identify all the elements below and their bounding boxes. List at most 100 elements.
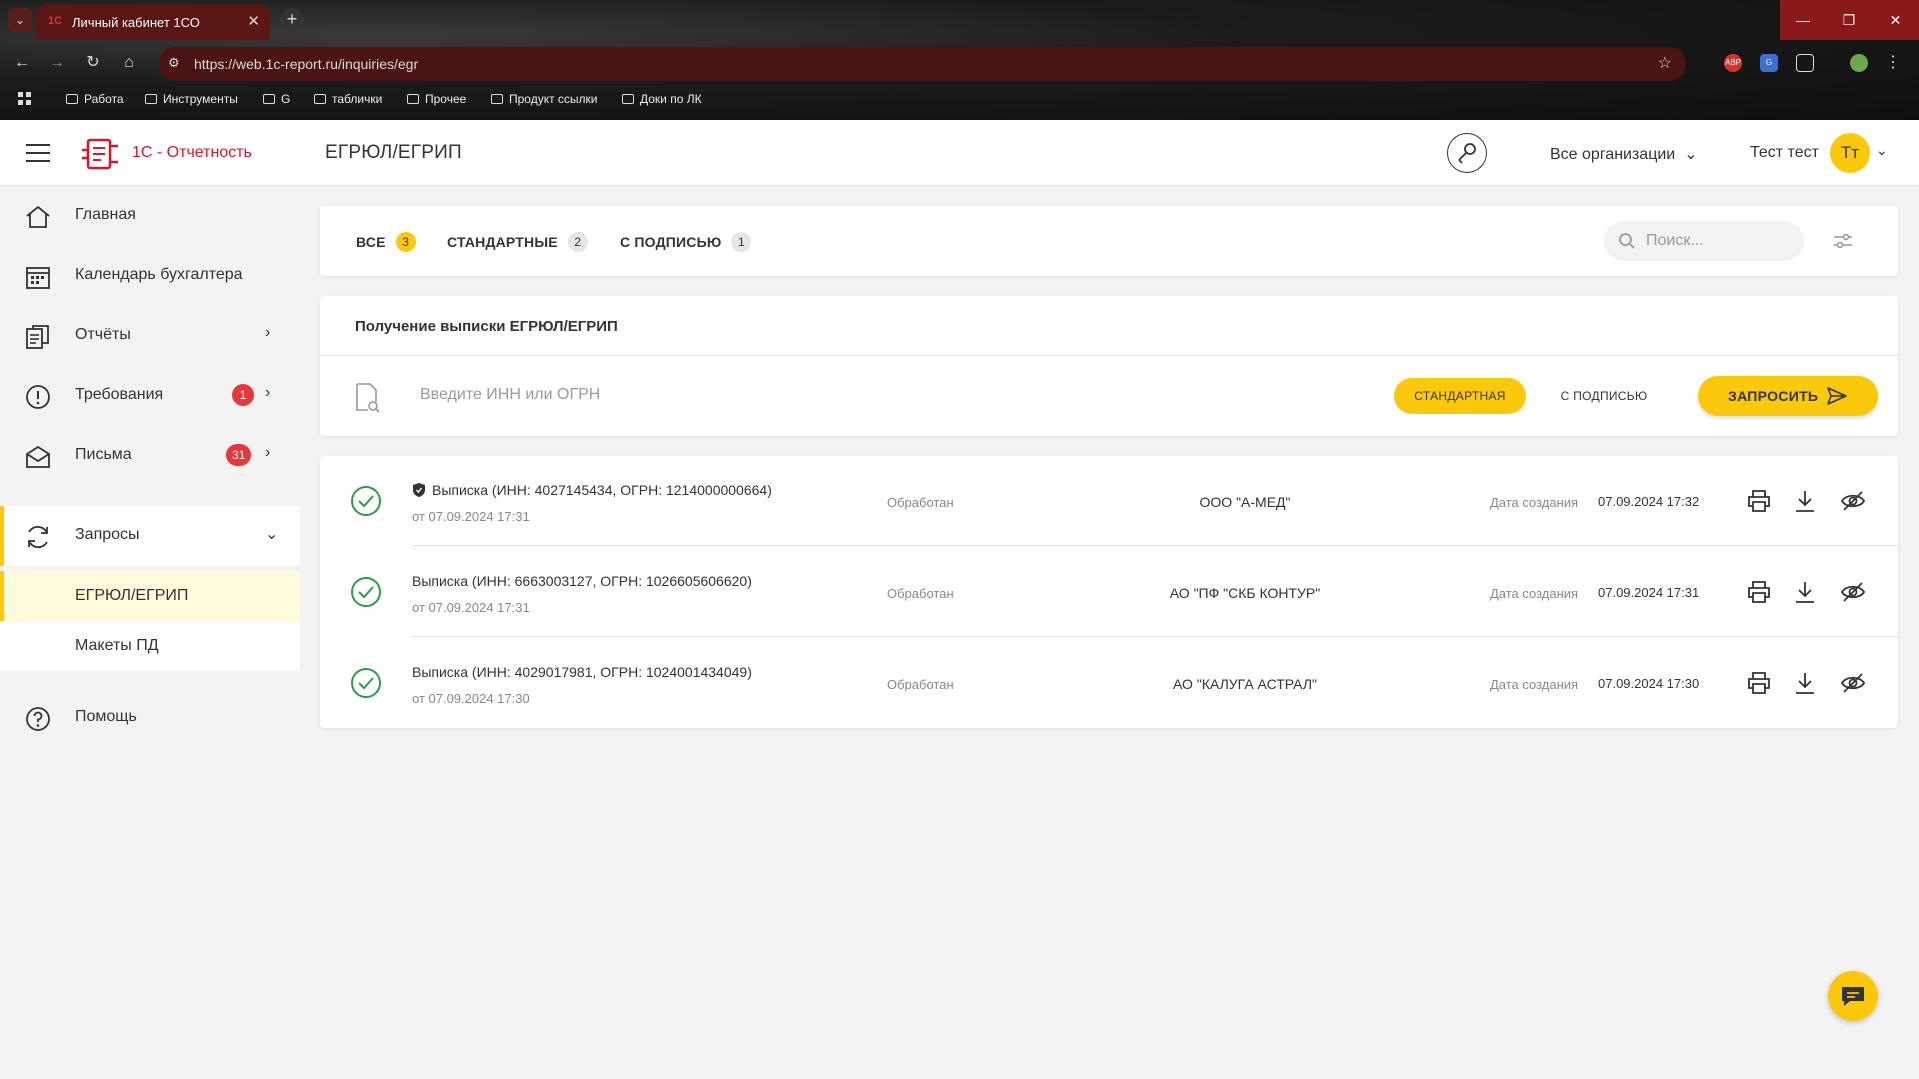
sidebar-item-requirements[interactable]: Требования 1 ›: [0, 366, 300, 426]
inn-ogrn-input[interactable]: Введите ИНН или ОГРН: [420, 386, 600, 404]
reload-icon[interactable]: ↻: [80, 50, 106, 76]
folder-icon: [145, 94, 157, 104]
created-value: 07.09.2024 17:31: [1598, 585, 1700, 600]
window-close-button[interactable]: ✕: [1872, 0, 1919, 40]
sidebar-subitem-layouts[interactable]: Макеты ПД: [0, 621, 300, 671]
type-standard-toggle[interactable]: СТАНДАРТНАЯ: [1394, 378, 1526, 414]
folder-icon: [622, 94, 634, 104]
home-nav-icon[interactable]: ⌂: [116, 50, 142, 76]
tab-all[interactable]: ВСЕ 3: [356, 232, 416, 252]
item-status: Обработан: [887, 586, 954, 601]
print-icon[interactable]: [1746, 579, 1772, 605]
request-card: Получение выписки ЕГРЮЛ/ЕГРИП Введите ИН…: [320, 296, 1898, 436]
sidebar-item-label: Помощь: [75, 708, 137, 725]
sidebar-item-label: Главная: [75, 206, 136, 223]
minimize-button[interactable]: —: [1780, 0, 1826, 40]
sidebar-item-label: Требования: [75, 386, 164, 403]
list-item[interactable]: Выписка (ИНН: 4027145434, ОГРН: 12140000…: [320, 456, 1898, 546]
list-item[interactable]: Выписка (ИНН: 4029017981, ОГРН: 10240014…: [320, 638, 1898, 728]
send-icon: [1827, 387, 1847, 405]
forward-icon[interactable]: →: [44, 50, 70, 76]
download-icon[interactable]: [1792, 670, 1818, 696]
tab-search-button[interactable]: ⌄: [8, 8, 32, 32]
key-button[interactable]: [1447, 133, 1487, 173]
filter-bar: ВСЕ 3 СТАНДАРТНЫЕ 2 С ПОДПИСЬЮ 1 Поиск..…: [320, 206, 1898, 276]
print-icon[interactable]: [1746, 488, 1772, 514]
tab-signed[interactable]: С ПОДПИСЬЮ 1: [620, 232, 752, 252]
url-text: https://web.1c-report.ru/inquiries/egr: [194, 56, 419, 72]
new-tab-button[interactable]: +: [280, 8, 304, 32]
download-icon[interactable]: [1792, 579, 1818, 605]
browser-menu-icon[interactable]: ⋮: [1884, 54, 1902, 72]
bookmark-star-icon[interactable]: ☆: [1658, 53, 1672, 73]
check-circle-icon: [351, 486, 381, 516]
user-name[interactable]: Тест тест: [1750, 144, 1819, 162]
bookmark-folder[interactable]: Работа: [66, 92, 124, 106]
folder-icon: [314, 94, 326, 104]
key-icon: [1458, 143, 1476, 164]
item-name: Выписка (ИНН: 4027145434, ОГРН: 12140000…: [412, 482, 772, 498]
chevron-right-icon: ›: [265, 384, 271, 401]
apps-icon[interactable]: [18, 92, 32, 106]
filter-settings-icon[interactable]: [1832, 230, 1854, 252]
list-item[interactable]: Выписка (ИНН: 6663003127, ОГРН: 10266056…: [320, 547, 1898, 637]
tab-label: СТАНДАРТНЫЕ: [447, 234, 558, 250]
search-icon: [1619, 233, 1635, 249]
bookmark-folder[interactable]: Прочее: [407, 92, 466, 106]
tab-title: Личный кабинет 1СО: [72, 15, 200, 30]
menu-icon[interactable]: [26, 144, 50, 162]
hide-icon[interactable]: [1840, 670, 1866, 696]
avatar[interactable]: Тт: [1830, 133, 1870, 173]
hide-icon[interactable]: [1840, 579, 1866, 605]
navigation-bar: ← → ↻ ⌂ ⚙ https://web.1c-report.ru/inqui…: [0, 44, 1919, 82]
download-icon[interactable]: [1792, 488, 1818, 514]
search-input[interactable]: Поиск...: [1604, 221, 1804, 261]
sidebar-item-calendar[interactable]: Календарь бухгалтера: [0, 246, 300, 306]
hide-icon[interactable]: [1840, 488, 1866, 514]
sidebar-subitem-egr[interactable]: ЕГРЮЛ/ЕГРИП: [0, 571, 300, 621]
bookmark-folder[interactable]: Инструменты: [145, 92, 238, 106]
back-icon[interactable]: ←: [9, 50, 35, 76]
sidebar-item-reports[interactable]: Отчёты ›: [0, 306, 300, 366]
site-info-icon[interactable]: ⚙: [168, 55, 180, 71]
bookmark-folder[interactable]: G: [263, 92, 290, 106]
sidebar-item-requests[interactable]: Запросы ⌄: [0, 506, 300, 566]
org-selector-label: Все организации: [1550, 146, 1676, 163]
type-signed-toggle[interactable]: С ПОДПИСЬЮ: [1554, 378, 1654, 414]
chevron-down-icon: ⌄: [265, 526, 279, 543]
sidebar-item-label: Календарь бухгалтера: [75, 266, 243, 283]
chat-button[interactable]: [1828, 971, 1878, 1021]
chat-icon: [1842, 987, 1864, 1006]
tab-close-icon[interactable]: ✕: [247, 12, 260, 30]
item-title: Выписка (ИНН: 4027145434, ОГРН: 12140000…: [432, 482, 772, 498]
chevron-down-icon: ⌄: [1679, 146, 1698, 163]
logo-icon: [82, 138, 118, 170]
results-list: Выписка (ИНН: 4027145434, ОГРН: 12140000…: [320, 456, 1898, 728]
translate-icon[interactable]: G: [1760, 54, 1778, 72]
org-selector[interactable]: Все организации ⌄: [1550, 144, 1698, 164]
profile-icon[interactable]: [1850, 54, 1868, 72]
address-bar[interactable]: ⚙ https://web.1c-report.ru/inquiries/egr…: [158, 47, 1686, 81]
logo-text[interactable]: 1С - Отчетность: [132, 144, 252, 162]
refresh-icon: [28, 525, 48, 549]
created-label: Дата создания: [1490, 586, 1579, 601]
restore-button[interactable]: ❐: [1826, 0, 1872, 40]
bookmark-folder[interactable]: таблички: [314, 92, 382, 106]
sidebar-item-help[interactable]: Помощь: [0, 688, 300, 748]
requirements-count-badge: 1: [232, 384, 254, 406]
help-icon: [26, 707, 50, 731]
sidebar-item-home[interactable]: Главная: [0, 186, 300, 246]
bookmarks-bar: Работа Инструменты G таблички Прочее Про…: [0, 88, 1919, 112]
browser-tab[interactable]: 1С Личный кабинет 1СО ✕: [36, 4, 270, 40]
submit-request-button[interactable]: ЗАПРОСИТЬ: [1698, 376, 1878, 416]
extensions-icon[interactable]: [1796, 54, 1814, 72]
tab-standard[interactable]: СТАНДАРТНЫЕ 2: [447, 232, 588, 252]
folder-icon: [407, 94, 419, 104]
created-value: 07.09.2024 17:32: [1598, 494, 1700, 509]
print-icon[interactable]: [1746, 670, 1772, 696]
adblock-icon[interactable]: ABP: [1724, 54, 1742, 72]
sidebar-item-letters[interactable]: Письма 31 ›: [0, 426, 300, 486]
chevron-down-icon[interactable]: ⌄: [1876, 142, 1888, 159]
bookmark-folder[interactable]: Продукт ссылки: [491, 92, 598, 106]
bookmark-folder[interactable]: Доки по ЛК: [622, 92, 702, 106]
